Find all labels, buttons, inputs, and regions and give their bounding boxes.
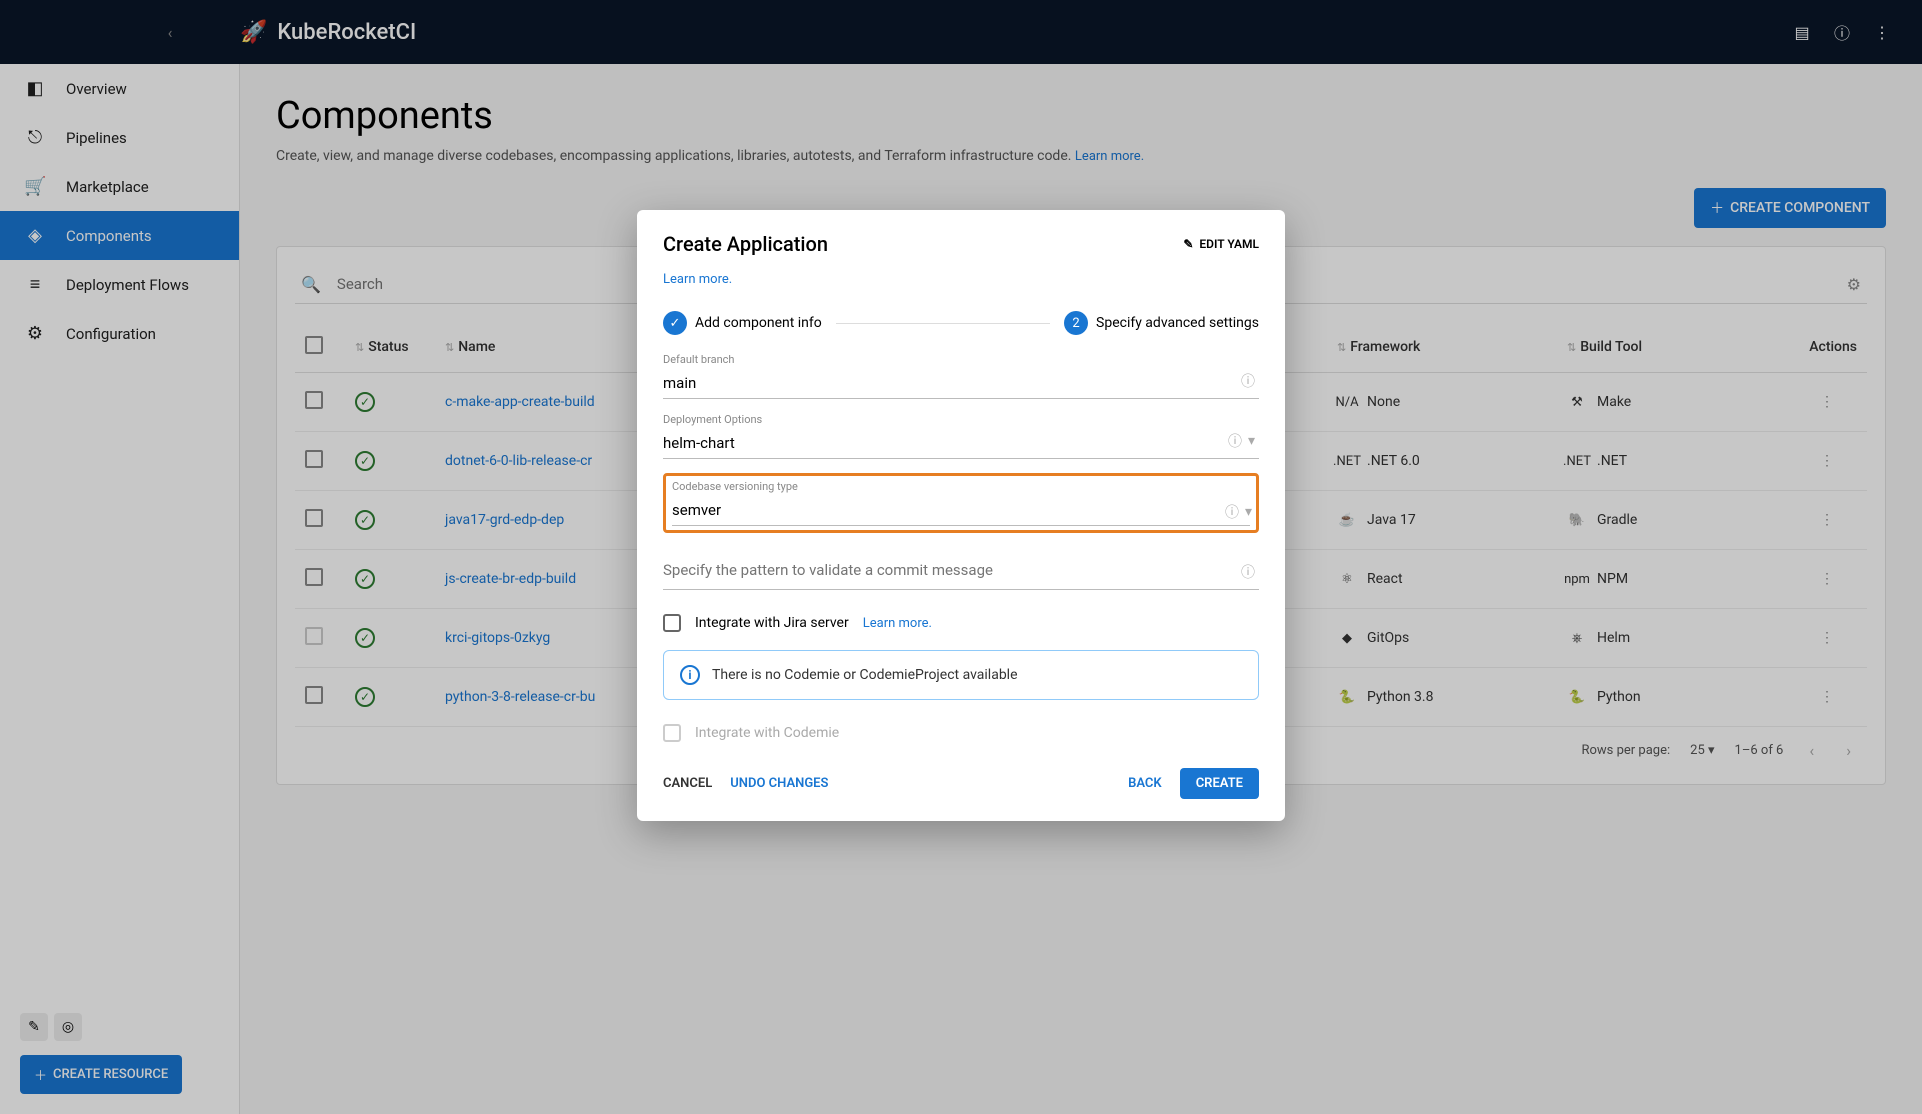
step-2-number: 2 bbox=[1064, 311, 1088, 335]
dialog-actions: CANCEL UNDO CHANGES BACK CREATE bbox=[663, 768, 1259, 799]
info-icon[interactable]: ⓘ bbox=[1241, 371, 1255, 391]
info-icon[interactable]: ⓘ bbox=[1225, 502, 1239, 522]
codemie-label: Integrate with Codemie bbox=[695, 725, 839, 741]
codemie-checkbox bbox=[663, 724, 681, 742]
default-branch-field: Default branch ⓘ bbox=[663, 353, 1259, 399]
dialog-title: Create Application bbox=[663, 232, 828, 256]
cancel-button[interactable]: CANCEL bbox=[663, 776, 712, 791]
pencil-icon: ✎ bbox=[1183, 237, 1193, 251]
versioning-type-field: Codebase versioning type ⓘ ▾ bbox=[663, 473, 1259, 533]
commit-pattern-field: ⓘ bbox=[663, 551, 1259, 590]
jira-label: Integrate with Jira server bbox=[695, 615, 849, 631]
versioning-type-label: Codebase versioning type bbox=[672, 480, 1250, 493]
modal-overlay[interactable]: Create Application ✎ EDIT YAML Learn mor… bbox=[0, 0, 1922, 1114]
create-application-dialog: Create Application ✎ EDIT YAML Learn mor… bbox=[637, 210, 1285, 821]
deployment-options-label: Deployment Options bbox=[663, 413, 1259, 426]
create-button[interactable]: CREATE bbox=[1180, 768, 1259, 799]
info-icon[interactable]: ⓘ bbox=[1228, 431, 1242, 451]
deployment-options-field: Deployment Options ⓘ ▾ bbox=[663, 413, 1259, 459]
versioning-type-select[interactable] bbox=[672, 495, 1250, 526]
chevron-down-icon[interactable]: ▾ bbox=[1245, 504, 1252, 520]
chevron-down-icon[interactable]: ▾ bbox=[1248, 433, 1255, 449]
codemie-banner-text: There is no Codemie or CodemieProject av… bbox=[712, 667, 1018, 683]
back-button[interactable]: BACK bbox=[1128, 776, 1162, 791]
step-2[interactable]: 2 Specify advanced settings bbox=[1064, 311, 1259, 335]
check-icon: ✓ bbox=[663, 311, 687, 335]
commit-pattern-input[interactable] bbox=[663, 551, 1259, 590]
edit-yaml-button[interactable]: ✎ EDIT YAML bbox=[1183, 237, 1259, 251]
dialog-learn-more-link[interactable]: Learn more. bbox=[663, 272, 732, 287]
jira-checkbox[interactable] bbox=[663, 614, 681, 632]
info-icon[interactable]: ⓘ bbox=[1241, 562, 1255, 582]
codemie-integration-row: Integrate with Codemie bbox=[663, 714, 1259, 752]
info-icon: i bbox=[680, 665, 700, 685]
default-branch-input[interactable] bbox=[663, 368, 1259, 399]
default-branch-label: Default branch bbox=[663, 353, 1259, 366]
codemie-info-banner: i There is no Codemie or CodemieProject … bbox=[663, 650, 1259, 700]
jira-learn-more-link[interactable]: Learn more. bbox=[863, 616, 932, 631]
jira-integration-row: Integrate with Jira server Learn more. bbox=[663, 604, 1259, 642]
step-1[interactable]: ✓ Add component info bbox=[663, 311, 822, 335]
undo-changes-button[interactable]: UNDO CHANGES bbox=[730, 776, 828, 791]
stepper: ✓ Add component info 2 Specify advanced … bbox=[663, 311, 1259, 335]
deployment-options-select[interactable] bbox=[663, 428, 1259, 459]
